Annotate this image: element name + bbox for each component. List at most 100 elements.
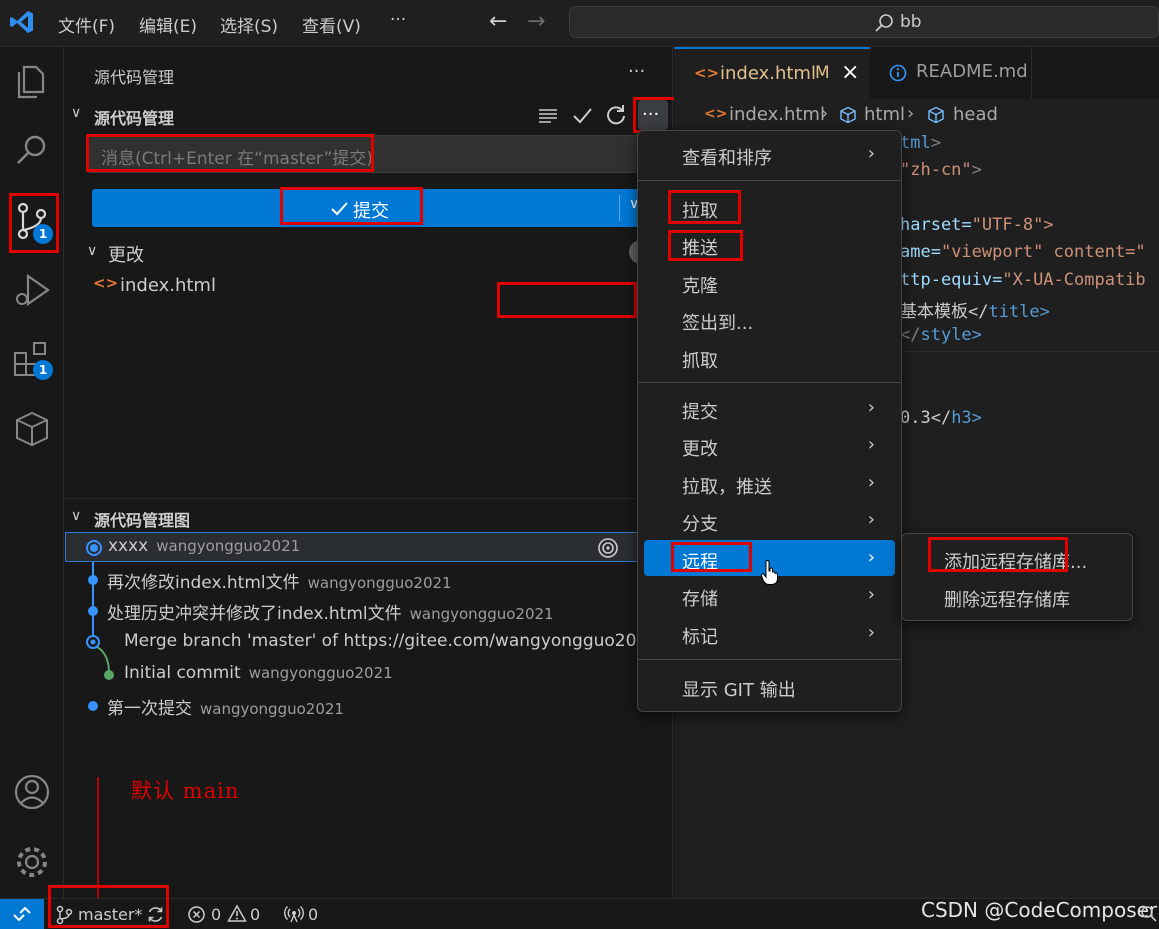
code-line: "zh-cn">: [900, 160, 982, 180]
commit-check-icon: [331, 202, 348, 216]
target-icon[interactable]: [596, 536, 620, 560]
menu-item-label: 拉取: [682, 201, 718, 222]
sync-icon[interactable]: [146, 905, 165, 924]
error-count: 0: [211, 905, 222, 924]
menu-selection[interactable]: 选择(S): [220, 12, 278, 37]
chevron-down-icon[interactable]: ∨: [71, 508, 81, 524]
search-value: bb: [900, 12, 922, 32]
error-icon[interactable]: [187, 905, 206, 924]
code-token: "X-UA-Compatib: [1002, 270, 1146, 290]
menu-item-clone[interactable]: 克隆: [644, 264, 895, 300]
refresh-icon[interactable]: [605, 104, 627, 126]
explorer-icon[interactable]: [10, 59, 54, 103]
menu-more-button[interactable]: ···: [390, 10, 406, 30]
html-file-icon: <>: [93, 274, 119, 292]
graph-row[interactable]: 第一次提交 wangyongguo2021: [65, 690, 673, 720]
forward-arrow-icon[interactable]: →: [527, 9, 545, 34]
more-actions-button[interactable]: ···: [638, 100, 668, 130]
code-token: 基本模板</: [900, 302, 989, 322]
code-token: 0.3</: [900, 408, 952, 428]
package-icon[interactable]: [10, 407, 54, 451]
graph-row[interactable]: 再次修改index.html文件 wangyongguo2021: [65, 564, 673, 594]
chevron-down-icon[interactable]: ∨: [71, 105, 81, 121]
command-center-search[interactable]: bb: [569, 6, 1159, 38]
branch-name[interactable]: master*: [78, 905, 142, 924]
code-view[interactable]: tml> "zh-cn"> harset="UTF-8"> ame="viewp…: [900, 131, 1159, 731]
menu-item-show-git-output[interactable]: 显示 GIT 输出: [644, 668, 895, 704]
remote-connection-icon: [13, 906, 31, 922]
branch-icon: [56, 905, 73, 925]
graph-row[interactable]: xxxx wangyongguo2021: [65, 532, 673, 562]
menu-separator: [638, 382, 901, 383]
commit-message-placeholder: 消息(Ctrl+Enter 在“master”提交): [101, 149, 374, 169]
account-icon[interactable]: [10, 770, 54, 814]
graph-author: wangyongguo2021: [156, 537, 301, 555]
breadcrumb-file[interactable]: index.html: [729, 104, 825, 125]
commit-node-head-icon: [86, 540, 102, 556]
graph-row[interactable]: 处理历史冲突并修改了index.html文件 wangyongguo2021: [65, 595, 673, 625]
remote-indicator[interactable]: [0, 899, 44, 929]
chevron-right-icon: ›: [867, 622, 875, 643]
sidebar-more-button[interactable]: ···: [628, 61, 645, 82]
commit-message-input[interactable]: 消息(Ctrl+Enter 在“master”提交): [87, 135, 668, 173]
graph-author: wangyongguo2021: [409, 605, 554, 623]
ports-broadcast-icon[interactable]: [284, 904, 304, 924]
commit-check-icon[interactable]: [571, 105, 593, 127]
menu-view[interactable]: 查看(V): [302, 12, 361, 37]
menu-item-label: 拉取，推送: [682, 477, 772, 498]
submenu-item-label: 添加远程存储库...: [944, 552, 1088, 573]
graph-author: wangyongguo2021: [248, 664, 393, 682]
submenu-item-remove-remote[interactable]: 删除远程存储库: [908, 578, 1126, 612]
menu-item-push[interactable]: 推送: [644, 226, 895, 262]
back-arrow-icon[interactable]: ←: [489, 9, 507, 34]
changes-title[interactable]: 更改: [108, 241, 144, 267]
menu-item-view-sort[interactable]: 查看和排序 ›: [644, 136, 895, 172]
tab-label: index.html: [720, 63, 816, 84]
search-icon[interactable]: [10, 129, 54, 173]
commit-button[interactable]: 提交 ∨: [92, 189, 668, 227]
extensions-badge: 1: [33, 360, 53, 380]
menu-item-commit[interactable]: 提交 ›: [644, 390, 895, 426]
tab-index-html[interactable]: <> index.html M ×: [674, 47, 870, 99]
breadcrumb-head[interactable]: head: [953, 104, 998, 125]
code-token: harset=: [900, 215, 972, 235]
menu-item-checkout[interactable]: 签出到...: [644, 301, 895, 337]
menu-edit[interactable]: 编辑(E): [139, 12, 197, 37]
merge-node-icon: [86, 635, 100, 649]
cube-element-icon: [928, 106, 944, 124]
warning-icon[interactable]: [227, 904, 247, 923]
run-debug-icon[interactable]: [10, 269, 54, 313]
tab-readme[interactable]: README.md: [870, 47, 1032, 99]
code-line: </style>: [900, 325, 982, 345]
chevron-down-icon[interactable]: ∨: [87, 243, 97, 259]
settings-gear-icon[interactable]: [10, 840, 54, 884]
menu-item-pull[interactable]: 拉取: [644, 189, 895, 225]
menu-item-fetch[interactable]: 抓取: [644, 339, 895, 375]
menu-file[interactable]: 文件(F): [58, 12, 115, 37]
vscode-logo-icon: [10, 11, 33, 33]
menu-item-label: 提交: [682, 402, 718, 423]
menu-separator: [638, 659, 901, 660]
menu-item-branch[interactable]: 分支 ›: [644, 502, 895, 538]
code-token: >: [971, 160, 982, 180]
graph-row[interactable]: Merge branch 'master' of https://gitee.c…: [65, 627, 673, 657]
breadcrumb-html[interactable]: html: [864, 104, 905, 125]
graph-author: wangyongguo2021: [307, 574, 452, 592]
menu-item-tags[interactable]: 标记 ›: [644, 615, 895, 651]
graph-section-title[interactable]: 源代码管理图: [94, 507, 190, 531]
view-as-list-icon[interactable]: [537, 105, 559, 127]
tab-label: README.md: [916, 61, 1028, 82]
scm-section-title[interactable]: 源代码管理: [94, 105, 174, 129]
graph-row[interactable]: Initial commit wangyongguo2021: [65, 659, 673, 689]
submenu-item-add-remote[interactable]: 添加远程存储库...: [908, 540, 1126, 574]
code-token: ame=: [900, 242, 941, 262]
code-token: "viewport" content=": [940, 242, 1146, 262]
graph-message: Initial commit: [124, 663, 241, 683]
changed-file-name[interactable]: index.html: [120, 275, 216, 296]
menu-item-changes[interactable]: 更改 ›: [644, 427, 895, 463]
watermark-text: CSDN @CodeComposer: [921, 898, 1158, 922]
menu-item-pull-push[interactable]: 拉取，推送 ›: [644, 465, 895, 501]
zoom-icon[interactable]: [1140, 905, 1158, 923]
close-icon[interactable]: ×: [841, 60, 859, 85]
source-control-sidebar: 源代码管理 ··· ∨ 源代码管理 ··· 消息(Ctrl+Enter 在“ma…: [65, 47, 673, 927]
